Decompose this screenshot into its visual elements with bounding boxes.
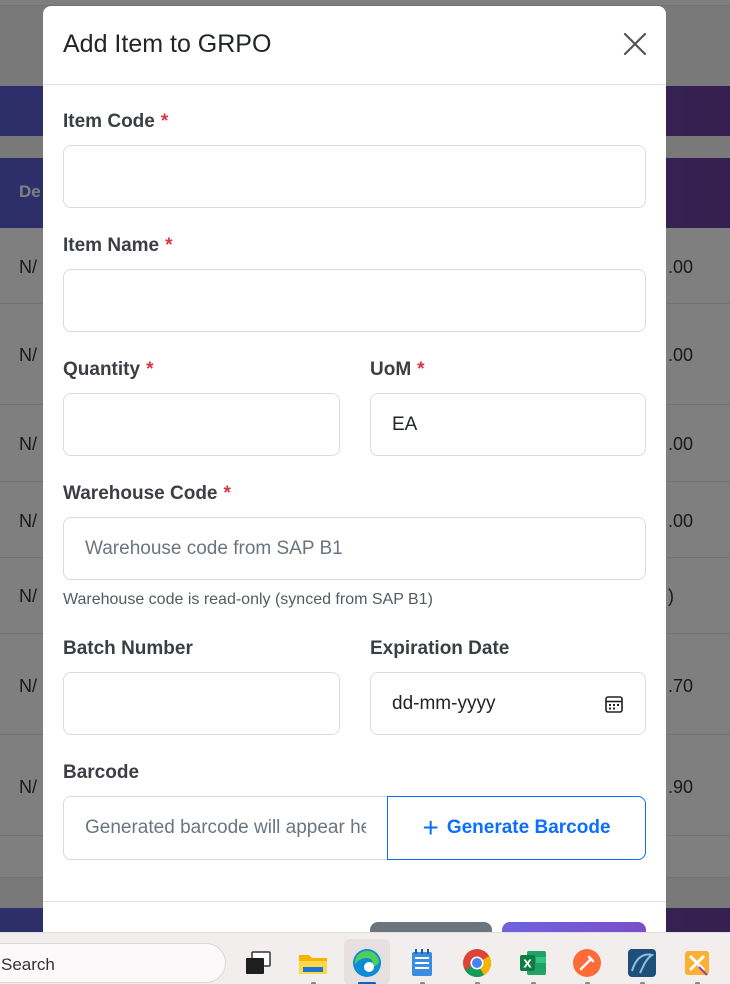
- barcode-label: Barcode: [63, 762, 139, 784]
- calendar-icon[interactable]: [604, 694, 624, 714]
- label-text: Barcode: [63, 762, 140, 783]
- uom-label: UoM *: [370, 359, 425, 381]
- excel-icon[interactable]: X: [517, 947, 549, 979]
- label-text: Item Code: [63, 111, 155, 132]
- expiration-date-input[interactable]: dd-mm-yyyy: [370, 672, 646, 735]
- label-text: Batch Number: [63, 638, 193, 659]
- required-mark: *: [223, 483, 231, 504]
- modal-footer-divider: [43, 901, 666, 902]
- plus-icon: +: [422, 812, 439, 843]
- barcode-input[interactable]: [63, 796, 387, 860]
- edge-icon[interactable]: [351, 947, 383, 979]
- item-code-input[interactable]: [63, 145, 646, 208]
- svg-text:X: X: [523, 958, 532, 971]
- label-text: Item Name: [63, 235, 160, 256]
- close-icon[interactable]: [621, 30, 649, 58]
- warehouse-code-help: Warehouse code is read-only (synced from…: [63, 591, 433, 608]
- windows-taskbar: Search X: [0, 932, 730, 984]
- modal-header: Add Item to GRPO: [43, 6, 666, 85]
- label-text: Warehouse Code: [63, 483, 218, 504]
- batch-number-label: Batch Number: [63, 638, 193, 660]
- required-mark: *: [160, 111, 169, 132]
- label-text: Expiration Date: [370, 638, 510, 659]
- quantity-label: Quantity *: [63, 359, 153, 381]
- warehouse-code-label: Warehouse Code *: [63, 483, 231, 505]
- button-label: Generate Barcode: [446, 817, 611, 838]
- chrome-icon[interactable]: [461, 947, 493, 979]
- search-placeholder: Search: [1, 955, 55, 974]
- cancel-button[interactable]: [370, 922, 492, 932]
- add-item-modal: Add Item to GRPO Item Code * Item Name * Q…: [43, 6, 666, 932]
- item-name-input[interactable]: [63, 269, 646, 332]
- file-explorer-icon[interactable]: [297, 947, 329, 979]
- warehouse-code-input[interactable]: [63, 517, 646, 580]
- submit-button[interactable]: [502, 922, 646, 932]
- generate-barcode-button[interactable]: + Generate Barcode: [387, 796, 646, 860]
- label-text: UoM: [370, 359, 412, 380]
- label-text: Quantity: [63, 359, 141, 380]
- date-placeholder: dd-mm-yyyy: [392, 692, 496, 714]
- notepad-icon[interactable]: [406, 947, 438, 979]
- required-mark: *: [417, 359, 425, 380]
- required-mark: *: [165, 235, 173, 256]
- expiration-date-label: Expiration Date: [370, 638, 509, 660]
- taskbar-search[interactable]: Search: [0, 943, 226, 983]
- mysql-workbench-icon[interactable]: [626, 947, 658, 979]
- batch-number-input[interactable]: [63, 672, 340, 735]
- uom-input[interactable]: [370, 393, 646, 456]
- modal-title: Add Item to GRPO: [63, 30, 272, 58]
- item-code-label: Item Code *: [63, 111, 168, 133]
- required-mark: *: [146, 359, 154, 380]
- item-name-label: Item Name *: [63, 235, 173, 257]
- postman-icon[interactable]: [571, 947, 603, 979]
- quantity-input[interactable]: [63, 393, 340, 456]
- xampp-icon[interactable]: [681, 947, 713, 979]
- task-view-icon[interactable]: [242, 947, 274, 979]
